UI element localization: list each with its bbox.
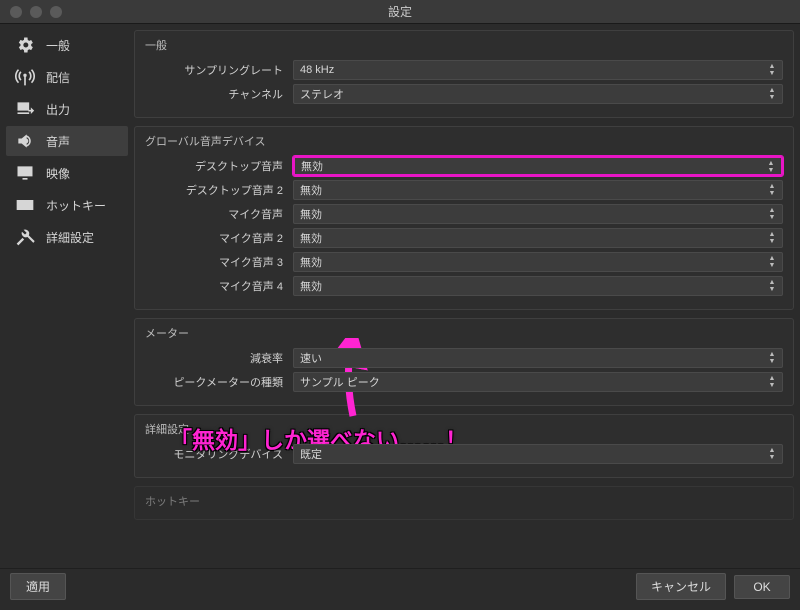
label-mic-audio-1: マイク音声 xyxy=(145,206,293,222)
sidebar-item-label: 音声 xyxy=(46,133,70,150)
chevron-updown-icon: ▲▼ xyxy=(766,87,778,101)
select-desktop-audio-2[interactable]: 無効 ▲▼ xyxy=(293,180,783,200)
chevron-updown-icon: ▲▼ xyxy=(766,351,778,365)
titlebar: 設定 xyxy=(0,0,800,24)
label-decay: 減衰率 xyxy=(145,350,293,366)
label-mic-audio-4: マイク音声 4 xyxy=(145,278,293,294)
sidebar-item-label: 配信 xyxy=(46,69,70,86)
sidebar-item-audio[interactable]: 音声 xyxy=(6,126,128,156)
label-mic-audio-2: マイク音声 2 xyxy=(145,230,293,246)
group-title-hotkey: ホットキー xyxy=(145,493,783,509)
chevron-updown-icon: ▲▼ xyxy=(766,375,778,389)
apply-button[interactable]: 適用 xyxy=(10,573,66,600)
chevron-updown-icon: ▲▼ xyxy=(766,63,778,77)
group-title-global-audio: グローバル音声デバイス xyxy=(145,133,783,149)
group-meter: メーター 減衰率 速い ▲▼ ピークメーターの種類 サンプル ピーク ▲▼ xyxy=(134,318,794,406)
sidebar-item-hotkeys[interactable]: ホットキー xyxy=(6,190,128,220)
sidebar-item-general[interactable]: 一般 xyxy=(6,30,128,60)
group-title-general: 一般 xyxy=(145,37,783,53)
label-sampling-rate: サンプリングレート xyxy=(145,62,293,78)
sidebar-item-output[interactable]: 出力 xyxy=(6,94,128,124)
sidebar: 一般 配信 出力 音声 映像 xyxy=(6,30,128,562)
chevron-updown-icon: ▲▼ xyxy=(766,279,778,293)
group-advanced: 詳細設定 モニタリングデバイス 既定 ▲▼ xyxy=(134,414,794,478)
select-sampling-rate[interactable]: 48 kHz ▲▼ xyxy=(293,60,783,80)
select-decay[interactable]: 速い ▲▼ xyxy=(293,348,783,368)
sidebar-item-label: 一般 xyxy=(46,37,70,54)
select-mic-audio-2[interactable]: 無効 ▲▼ xyxy=(293,228,783,248)
sidebar-item-label: ホットキー xyxy=(46,197,106,214)
sidebar-item-stream[interactable]: 配信 xyxy=(6,62,128,92)
footer: 適用 キャンセル OK xyxy=(0,568,800,604)
sidebar-item-label: 映像 xyxy=(46,165,70,182)
output-icon xyxy=(14,98,36,120)
chevron-updown-icon: ▲▼ xyxy=(766,255,778,269)
group-title-meter: メーター xyxy=(145,325,783,341)
tools-icon xyxy=(14,226,36,248)
main-panel: 一般 サンプリングレート 48 kHz ▲▼ チャンネル ステレオ ▲▼ グロー… xyxy=(134,30,794,562)
select-desktop-audio-1[interactable]: 無効 ▲▼ xyxy=(293,156,783,176)
label-mic-audio-3: マイク音声 3 xyxy=(145,254,293,270)
chevron-updown-icon: ▲▼ xyxy=(766,447,778,461)
broadcast-icon xyxy=(14,66,36,88)
chevron-updown-icon: ▲▼ xyxy=(766,207,778,221)
select-peak-type[interactable]: サンプル ピーク ▲▼ xyxy=(293,372,783,392)
label-peak-type: ピークメーターの種類 xyxy=(145,374,293,390)
group-title-advanced: 詳細設定 xyxy=(145,421,783,437)
window-title: 設定 xyxy=(0,3,800,20)
monitor-icon xyxy=(14,162,36,184)
select-channels[interactable]: ステレオ ▲▼ xyxy=(293,84,783,104)
speaker-icon xyxy=(14,130,36,152)
sidebar-item-advanced[interactable]: 詳細設定 xyxy=(6,222,128,252)
label-desktop-audio-1: デスクトップ音声 xyxy=(145,158,293,174)
chevron-updown-icon: ▲▼ xyxy=(766,183,778,197)
cancel-button[interactable]: キャンセル xyxy=(636,573,726,600)
keyboard-icon xyxy=(14,194,36,216)
chevron-updown-icon: ▲▼ xyxy=(766,231,778,245)
sidebar-item-label: 詳細設定 xyxy=(46,229,94,246)
gear-icon xyxy=(14,34,36,56)
label-desktop-audio-2: デスクトップ音声 2 xyxy=(145,182,293,198)
select-mic-audio-4[interactable]: 無効 ▲▼ xyxy=(293,276,783,296)
select-mic-audio-3[interactable]: 無効 ▲▼ xyxy=(293,252,783,272)
label-channels: チャンネル xyxy=(145,86,293,102)
group-global-audio: グローバル音声デバイス デスクトップ音声 無効 ▲▼ デスクトップ音声 2 無効… xyxy=(134,126,794,310)
select-mic-audio-1[interactable]: 無効 ▲▼ xyxy=(293,204,783,224)
group-hotkey: ホットキー xyxy=(134,486,794,520)
sidebar-item-label: 出力 xyxy=(46,101,70,118)
chevron-updown-icon: ▲▼ xyxy=(765,160,777,174)
select-monitoring-device[interactable]: 既定 ▲▼ xyxy=(293,444,783,464)
group-general: 一般 サンプリングレート 48 kHz ▲▼ チャンネル ステレオ ▲▼ xyxy=(134,30,794,118)
ok-button[interactable]: OK xyxy=(734,575,790,599)
label-monitoring-device: モニタリングデバイス xyxy=(145,446,293,462)
sidebar-item-video[interactable]: 映像 xyxy=(6,158,128,188)
